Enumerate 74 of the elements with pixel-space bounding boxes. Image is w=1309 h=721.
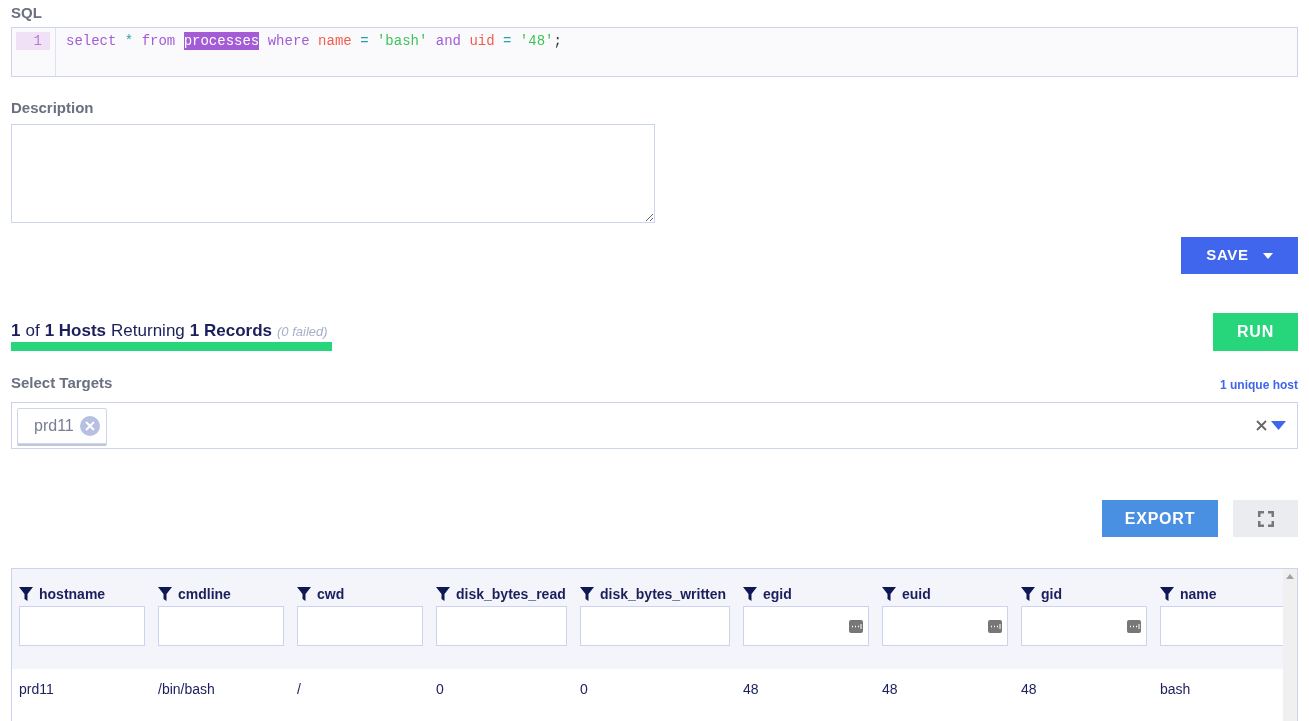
- status-text: of: [25, 320, 40, 342]
- column-header[interactable]: egid: [763, 583, 792, 605]
- filter-icon[interactable]: [882, 587, 896, 601]
- line-number: 1: [16, 32, 50, 50]
- ellipsis-icon[interactable]: [849, 619, 863, 633]
- scrollbar[interactable]: [1283, 569, 1297, 721]
- code-token: =: [360, 32, 369, 50]
- description-field[interactable]: [11, 124, 655, 223]
- column-header[interactable]: gid: [1041, 583, 1062, 605]
- column-header[interactable]: euid: [902, 583, 931, 605]
- table-cell-text: prd11: [19, 679, 55, 699]
- column-header[interactable]: cmdline: [178, 583, 231, 605]
- code-token: where: [267, 32, 310, 50]
- status-text: 1 Records: [189, 320, 272, 342]
- column-header[interactable]: cwd: [317, 583, 345, 605]
- clear-icon[interactable]: [1256, 420, 1267, 431]
- filter-field[interactable]: [882, 606, 1008, 646]
- code-token: select: [66, 32, 117, 50]
- column-header[interactable]: disk_bytes_written: [600, 583, 727, 605]
- filter-field[interactable]: [19, 606, 145, 646]
- table-cell-text: /bin/bash: [158, 679, 216, 699]
- filter-field[interactable]: [297, 606, 423, 646]
- filter-icon[interactable]: [743, 587, 757, 601]
- table-cell-text: 48: [882, 679, 899, 699]
- code-token: uid: [469, 32, 495, 50]
- code-token: and: [435, 32, 461, 50]
- column-header[interactable]: hostname: [39, 583, 106, 605]
- filter-field[interactable]: [158, 606, 284, 646]
- field-label: Description: [11, 98, 95, 118]
- ellipsis-icon[interactable]: [1127, 619, 1141, 633]
- table-cell-text: 0: [580, 679, 589, 699]
- table-cell-text: 48: [743, 679, 760, 699]
- filter-field[interactable]: [580, 606, 730, 646]
- column-header[interactable]: disk_bytes_read: [456, 583, 566, 605]
- code-token: name: [318, 32, 352, 50]
- fullscreen-icon: [1257, 510, 1274, 527]
- code-token: ;: [553, 32, 562, 50]
- code-token: 'bash': [376, 32, 428, 50]
- ellipsis-icon[interactable]: [988, 619, 1002, 633]
- table-cell-text: bash: [1160, 679, 1192, 699]
- filter-icon[interactable]: [580, 587, 594, 601]
- table-cell-text: /: [297, 679, 302, 699]
- filter-icon[interactable]: [1021, 587, 1035, 601]
- filter-field[interactable]: [743, 606, 869, 646]
- table-cell-text: 0: [436, 679, 445, 699]
- code-token: '48': [519, 32, 554, 50]
- targets-select[interactable]: prd11: [11, 402, 1298, 449]
- field-label: SQL: [11, 3, 43, 23]
- host-count: 1 unique host: [1220, 377, 1298, 394]
- code-token: processes: [183, 32, 260, 50]
- code-token: *: [124, 32, 134, 50]
- status-text: (0 failed): [277, 323, 328, 341]
- status-text: 1 Hosts: [44, 320, 107, 342]
- caret-icon: [1262, 252, 1273, 259]
- filter-icon[interactable]: [1160, 587, 1174, 601]
- table-cell-text: 48: [1021, 679, 1038, 699]
- sql-editor[interactable]: 1 select * from processes where name = 'bash' and uid = '48';: [11, 27, 1298, 77]
- filter-icon[interactable]: [297, 587, 311, 601]
- filter-icon[interactable]: [19, 587, 33, 601]
- column-header[interactable]: name: [1180, 583, 1217, 605]
- code-token: from: [141, 32, 176, 50]
- filter-field[interactable]: [1160, 606, 1283, 646]
- save-button[interactable]: SAVE: [1181, 237, 1298, 274]
- status-text: 1: [11, 320, 21, 342]
- target-chip[interactable]: prd11: [17, 407, 107, 444]
- dropdown-caret-icon[interactable]: [1271, 421, 1286, 430]
- filter-icon[interactable]: [436, 587, 450, 601]
- status-text: Returning: [111, 320, 185, 342]
- field-label: Select Targets: [11, 372, 113, 393]
- filter-field[interactable]: [1021, 606, 1147, 646]
- filter-field[interactable]: [436, 606, 567, 646]
- code-token: =: [503, 32, 512, 50]
- fullscreen-button[interactable]: [1233, 500, 1298, 537]
- filter-icon[interactable]: [158, 587, 172, 601]
